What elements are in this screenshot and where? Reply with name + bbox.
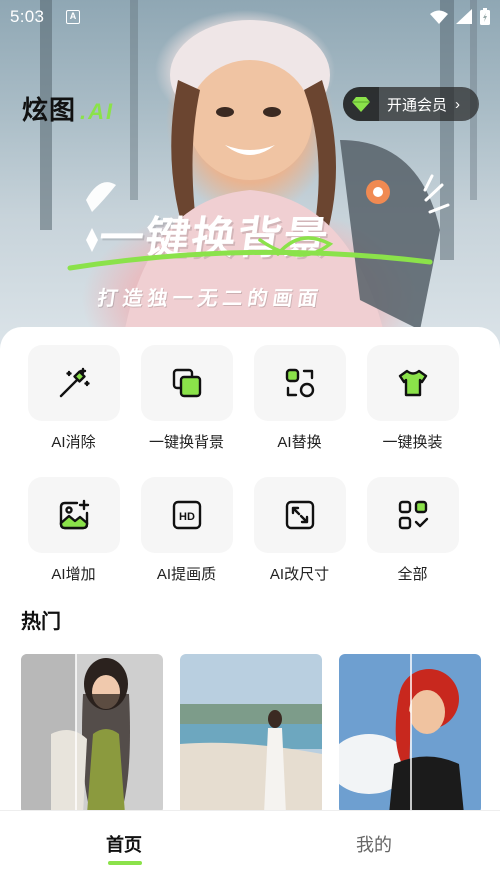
tool-label: 一键换背景 [148, 434, 224, 451]
hot-thumbnails [21, 654, 481, 814]
image-add-icon [27, 477, 120, 553]
hot-section-title: 热门 [21, 611, 61, 633]
logo-text: 炫图 [22, 95, 77, 125]
vip-label: 开通会员 [387, 96, 448, 114]
banner-subtitle: 打造独一无二的画面 [96, 288, 325, 310]
swap-shapes-icon [253, 345, 346, 421]
main-content: AI消除 一键换背景 AI替换 一键换装 AI增加 HD AI提画质 AI改尺寸… [0, 327, 500, 888]
tool-ai-erase[interactable]: AI消除 [17, 345, 130, 452]
grid-all-icon [366, 477, 459, 553]
status-icons [430, 8, 490, 25]
tool-label: AI替换 [277, 434, 322, 451]
tool-ai-add[interactable]: AI增加 [17, 477, 130, 584]
magic-wand-icon [27, 345, 120, 421]
battery-icon [480, 8, 490, 25]
chevron-right-icon: › [455, 95, 461, 113]
status-time: 5:03 [10, 7, 45, 26]
banner-title: 一键换背景 [95, 214, 333, 263]
tool-ai-resize[interactable]: AI改尺寸 [243, 477, 356, 584]
resize-icon [253, 477, 346, 553]
wifi-icon [430, 10, 448, 24]
notification-icon: A [66, 10, 80, 24]
diamond-icon [343, 87, 379, 121]
tool-label: 全部 [397, 566, 428, 583]
status-bar: 5:03 A [0, 0, 500, 34]
tool-label: AI改尺寸 [269, 566, 330, 583]
tool-ai-enhance[interactable]: HD AI提画质 [130, 477, 243, 584]
hot-thumbnail-1[interactable] [21, 654, 163, 814]
shirt-icon [366, 345, 459, 421]
nav-home[interactable]: 首页 [106, 831, 142, 857]
nav-active-indicator [108, 861, 142, 865]
hot-thumbnail-2[interactable] [180, 654, 322, 814]
hd-icon: HD [140, 477, 233, 553]
hot-thumbnail-3[interactable] [339, 654, 481, 814]
logo-ai-text: .AI [80, 99, 115, 124]
signal-icon [456, 9, 472, 24]
tool-label: AI提画质 [156, 566, 217, 583]
tool-label: 一键换装 [382, 434, 443, 451]
vip-button[interactable]: 开通会员 › [343, 87, 479, 121]
tool-label: AI增加 [51, 566, 96, 583]
tool-ai-replace[interactable]: AI替换 [243, 345, 356, 452]
hero-banner[interactable]: 5:03 A 炫图 .AI 开通会员 › 一键换背景 打造独一无二的画面 [0, 0, 500, 360]
bottom-nav: 首页 我的 [0, 810, 500, 888]
nav-mine[interactable]: 我的 [356, 831, 392, 857]
layers-icon [140, 345, 233, 421]
svg-text:HD: HD [179, 511, 195, 523]
tool-change-background[interactable]: 一键换背景 [130, 345, 243, 452]
tool-all[interactable]: 全部 [356, 477, 469, 584]
tool-change-outfit[interactable]: 一键换装 [356, 345, 469, 452]
tool-label: AI消除 [51, 434, 96, 451]
app-logo: 炫图 .AI [22, 90, 114, 127]
